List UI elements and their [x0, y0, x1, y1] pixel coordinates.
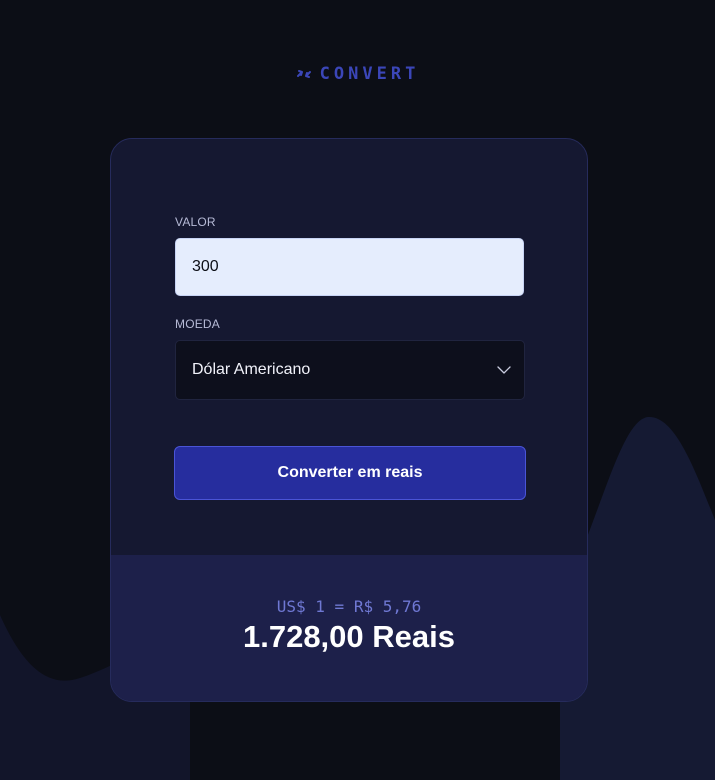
chevron-down-icon	[497, 366, 511, 374]
convert-button[interactable]: Converter em reais	[174, 446, 526, 500]
amount-label: VALOR	[175, 215, 216, 229]
converted-total: 1.728,00 Reais	[242, 619, 455, 654]
brand-logo: CONVERT	[0, 64, 715, 84]
swap-arrows-icon	[296, 70, 311, 78]
currency-selected-value: Dólar Americano	[192, 361, 311, 378]
currency-select[interactable]: Dólar Americano	[175, 340, 525, 400]
amount-input[interactable]	[175, 238, 524, 296]
currency-label: MOEDA	[175, 317, 221, 331]
result-panel: US$ 1 = R$ 5,76 1.728,00 Reais	[111, 555, 587, 701]
app-screen: CONVERT VALOR MOEDA Dólar Americano Conv…	[0, 0, 715, 780]
exchange-rate: US$ 1 = R$ 5,76	[276, 597, 422, 616]
converter-card: VALOR MOEDA Dólar Americano Converter em…	[110, 138, 588, 702]
brand-name: CONVERT	[319, 64, 420, 84]
